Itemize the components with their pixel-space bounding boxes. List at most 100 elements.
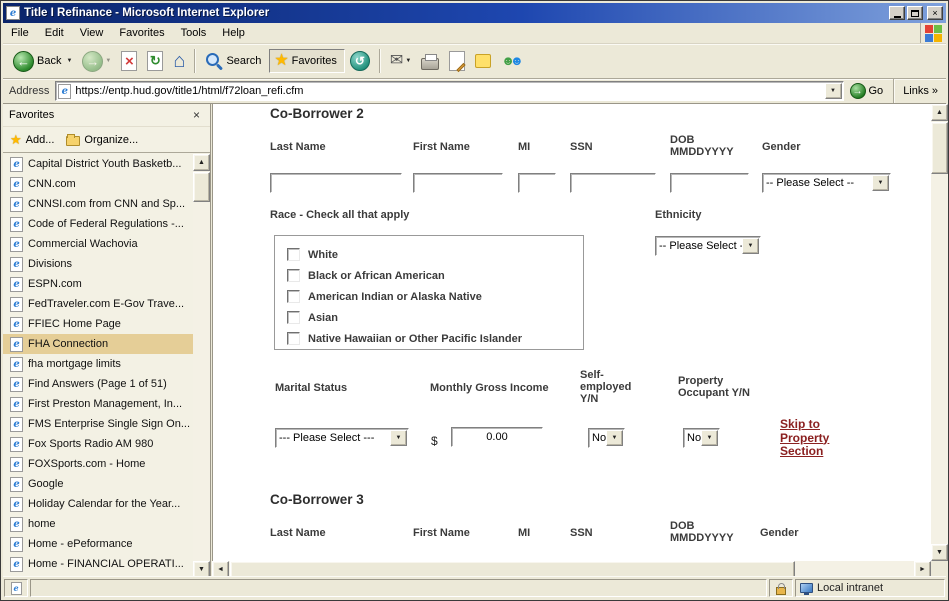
skip-to-property-link[interactable]: Skip to Property Section	[780, 418, 844, 459]
last-name-label: Last Name	[270, 527, 326, 539]
favorite-item[interactable]: eGoogle	[3, 474, 193, 494]
favorite-item[interactable]: eFedTraveler.com E-Gov Trave...	[3, 294, 193, 314]
favorite-item[interactable]: eESPN.com	[3, 274, 193, 294]
ie-page-icon: e	[10, 317, 23, 332]
maximize-button[interactable]	[907, 6, 923, 20]
menu-help[interactable]: Help	[214, 23, 253, 43]
race-option[interactable]: Asian	[287, 307, 583, 328]
chevron-down-icon[interactable]: ▼	[742, 238, 759, 254]
chevron-down-icon[interactable]: ▼	[701, 430, 718, 446]
last-name-input[interactable]	[270, 173, 402, 193]
scrollbar-thumb[interactable]	[193, 172, 210, 202]
favorite-item[interactable]: eHome - ePeformance	[3, 534, 193, 554]
property-occupant-select[interactable]: No ▼	[683, 428, 720, 448]
ie-page-icon: e	[10, 417, 23, 432]
print-button[interactable]	[416, 49, 444, 74]
chevron-down-icon[interactable]: ▼	[606, 430, 623, 446]
favorite-item[interactable]: eCapital District Youth Basketb...	[3, 154, 193, 174]
close-button[interactable]: ×	[927, 6, 943, 20]
title-bar[interactable]: e Title I Refinance - Microsoft Internet…	[3, 3, 946, 23]
dob-input[interactable]	[670, 173, 749, 193]
race-checkbox-1[interactable]	[287, 269, 300, 282]
favorite-item[interactable]: eFirst Preston Management, In...	[3, 394, 193, 414]
address-separator	[893, 79, 895, 103]
history-button[interactable]: ↺	[345, 47, 375, 75]
scroll-up-icon[interactable]: ▲	[193, 154, 210, 171]
race-checkbox-0[interactable]	[287, 248, 300, 261]
search-label: Search	[226, 55, 261, 67]
favorites-panel-title: Favorites	[9, 109, 54, 121]
favorite-item[interactable]: eDivisions	[3, 254, 193, 274]
chevron-down-icon[interactable]: ▼	[390, 430, 407, 446]
race-option[interactable]: American Indian or Alaska Native	[287, 286, 583, 307]
discuss-button[interactable]	[470, 50, 496, 72]
favorite-item[interactable]: eFox Sports Radio AM 980	[3, 434, 193, 454]
gender-select[interactable]: -- Please Select -- ▼	[762, 173, 891, 193]
favorite-item[interactable]: eCode of Federal Regulations -...	[3, 214, 193, 234]
self-employed-select[interactable]: No ▼	[588, 428, 625, 448]
messenger-button[interactable]: ☻☻	[496, 48, 528, 74]
mail-dropdown-icon[interactable]: ▼	[405, 58, 411, 64]
favorite-item[interactable]: eFFIEC Home Page	[3, 314, 193, 334]
favorite-item[interactable]: eCNNSI.com from CNN and Sp...	[3, 194, 193, 214]
forward-dropdown-icon[interactable]: ▼	[105, 58, 111, 64]
back-dropdown-icon[interactable]: ▼	[66, 58, 72, 64]
mi-input[interactable]	[518, 173, 556, 193]
address-input[interactable]: e https://entp.hud.gov/title1/html/f72lo…	[55, 81, 843, 101]
go-button[interactable]: → Go	[844, 81, 890, 101]
marital-status-select-value: --- Please Select ---	[276, 432, 390, 444]
favorite-item[interactable]: ehome	[3, 514, 193, 534]
menu-favorites[interactable]: Favorites	[111, 23, 172, 43]
favorite-item[interactable]: eHome - FINANCIAL OPERATI...	[3, 554, 193, 574]
favorites-scrollbar[interactable]: ▲ ▼	[193, 154, 210, 578]
address-dropdown-icon[interactable]: ▼	[825, 83, 842, 99]
links-bar[interactable]: Links »	[899, 85, 942, 97]
scroll-up-icon[interactable]: ▲	[931, 104, 948, 121]
favorite-item[interactable]: eCommercial Wachovia	[3, 234, 193, 254]
favorite-item[interactable]: eFind Answers (Page 1 of 51)	[3, 374, 193, 394]
back-button[interactable]: ← Back ▼	[8, 47, 77, 76]
favorites-close-icon[interactable]: ×	[189, 108, 204, 122]
ie-page-icon: e	[10, 437, 23, 452]
race-option[interactable]: White	[287, 244, 583, 265]
edit-button[interactable]	[444, 47, 470, 75]
scrollbar-thumb[interactable]	[931, 122, 948, 174]
monthly-gross-income-input[interactable]	[451, 427, 543, 447]
dob-label: DOB MMDDYYYY	[670, 520, 734, 544]
minimize-button[interactable]	[889, 6, 905, 20]
menu-tools[interactable]: Tools	[173, 23, 215, 43]
ethnicity-select[interactable]: -- Please Select -- ▼	[655, 236, 761, 256]
ie-page-icon: e	[10, 297, 23, 312]
race-checkbox-4[interactable]	[287, 332, 300, 345]
favorite-item-label: Home - ePeformance	[28, 538, 133, 550]
favorite-item[interactable]: eFOXSports.com - Home	[3, 454, 193, 474]
race-checkbox-3[interactable]	[287, 311, 300, 324]
search-button[interactable]: Search	[200, 48, 269, 74]
ssn-input[interactable]	[570, 173, 656, 193]
refresh-button[interactable]: ↻	[142, 47, 168, 75]
race-checkbox-2[interactable]	[287, 290, 300, 303]
menu-view[interactable]: View	[72, 23, 112, 43]
forward-button[interactable]: → ▼	[77, 47, 116, 76]
stop-button[interactable]: ×	[116, 47, 142, 75]
favorite-item-selected[interactable]: eFHA Connection	[3, 334, 193, 354]
first-name-input[interactable]	[413, 173, 503, 193]
chevron-down-icon[interactable]: ▼	[872, 175, 889, 191]
vertical-scrollbar[interactable]: ▲ ▼	[931, 104, 948, 561]
menu-edit[interactable]: Edit	[37, 23, 72, 43]
links-chevron-icon[interactable]: »	[932, 85, 938, 97]
add-favorite-button[interactable]: ★ Add...	[10, 133, 54, 146]
mail-button[interactable]: ✉ ▼	[385, 49, 416, 73]
marital-status-select[interactable]: --- Please Select --- ▼	[275, 428, 409, 448]
organize-favorites-button[interactable]: Organize...	[66, 134, 138, 146]
favorite-item[interactable]: eFMS Enterprise Single Sign On...	[3, 414, 193, 434]
home-button[interactable]: ⌂	[168, 47, 190, 75]
favorite-item[interactable]: eCNN.com	[3, 174, 193, 194]
favorite-item[interactable]: eHoliday Calendar for the Year...	[3, 494, 193, 514]
scroll-down-icon[interactable]: ▼	[931, 544, 948, 561]
race-option[interactable]: Native Hawaiian or Other Pacific Islande…	[287, 328, 583, 349]
race-option[interactable]: Black or African American	[287, 265, 583, 286]
favorite-item[interactable]: efha mortgage limits	[3, 354, 193, 374]
favorites-button[interactable]: ★ Favorites	[269, 49, 345, 73]
menu-file[interactable]: File	[3, 23, 37, 43]
